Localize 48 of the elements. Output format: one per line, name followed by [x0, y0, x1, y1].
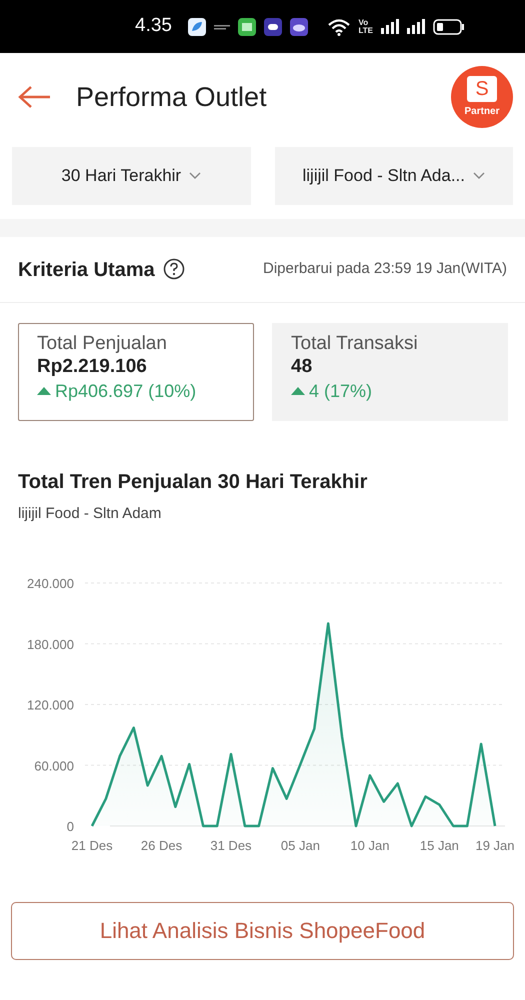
filter-dropdown[interactable]: 30 Hari Terakhir: [12, 147, 250, 205]
notification-icon: [214, 24, 230, 30]
help-icon: [162, 258, 185, 280]
signal-icon: [407, 19, 425, 34]
partner-logo: S Partner: [451, 66, 513, 128]
clock-text: 4.35: [135, 14, 172, 38]
x-axis-label: 21 Des: [71, 838, 113, 852]
up-triangle-icon: [291, 387, 305, 396]
y-axis-label: 120.000: [27, 697, 74, 712]
section-title: Kriteria Utama: [18, 258, 155, 282]
metric-label: Total Transaksi: [291, 332, 419, 356]
battery-icon: [433, 18, 465, 34]
chevron-down-icon: [189, 172, 202, 180]
metric-card[interactable]: Total Penjualan Rp2.219.106 Rp406.697 (10%): [18, 323, 254, 421]
chevron-down-icon: [473, 172, 485, 180]
volte-label: Vo LTE: [358, 18, 373, 34]
game-app-icon: [264, 18, 282, 36]
metric-label: Total Penjualan: [37, 332, 168, 356]
analysis-button[interactable]: Lihat Analisis Bisnis ShopeeFood: [11, 902, 514, 960]
metric-value: 48: [291, 356, 314, 379]
filter-dropdown[interactable]: lijijil Food - Sltn Ada...: [274, 147, 513, 205]
y-axis-label: 60.000: [34, 758, 74, 773]
x-axis-label: 31 Des: [210, 838, 252, 852]
y-axis-label: 0: [66, 818, 74, 834]
y-axis-label: 180.000: [27, 636, 74, 652]
help-button[interactable]: [162, 258, 185, 282]
leaf-app-icon: [188, 18, 206, 36]
x-axis-label: 10 Jan: [350, 838, 390, 852]
back-arrow-icon: [18, 84, 52, 109]
signal-icon: [381, 19, 399, 34]
message-app-icon: [238, 18, 256, 36]
chart-subtitle: lijijil Food - Sltn Adam: [18, 504, 162, 524]
wifi-icon: [328, 18, 350, 36]
weather-app-icon: [290, 18, 308, 36]
x-axis-label: 26 Des: [140, 838, 182, 852]
back-button[interactable]: [18, 84, 52, 110]
x-axis-label: 05 Jan: [280, 838, 320, 852]
up-triangle-icon: [37, 387, 51, 396]
updated-text: Diperbarui pada 23:59 19 Jan(WITA): [262, 259, 507, 280]
chart-title: Total Tren Penjualan 30 Hari Terakhir: [18, 470, 368, 495]
change-text: 4 (17%): [309, 380, 372, 403]
metric-value: Rp2.219.106: [37, 356, 148, 379]
x-axis-label: 19 Jan: [475, 838, 515, 852]
x-axis-label: 15 Jan: [420, 838, 459, 852]
y-axis-label: 240.000: [27, 576, 74, 590]
change-text: Rp406.697 (10%): [55, 380, 196, 403]
metric-card[interactable]: Total Transaksi 48 4 (17%): [272, 323, 508, 421]
page-title: Performa Outlet: [76, 80, 267, 114]
